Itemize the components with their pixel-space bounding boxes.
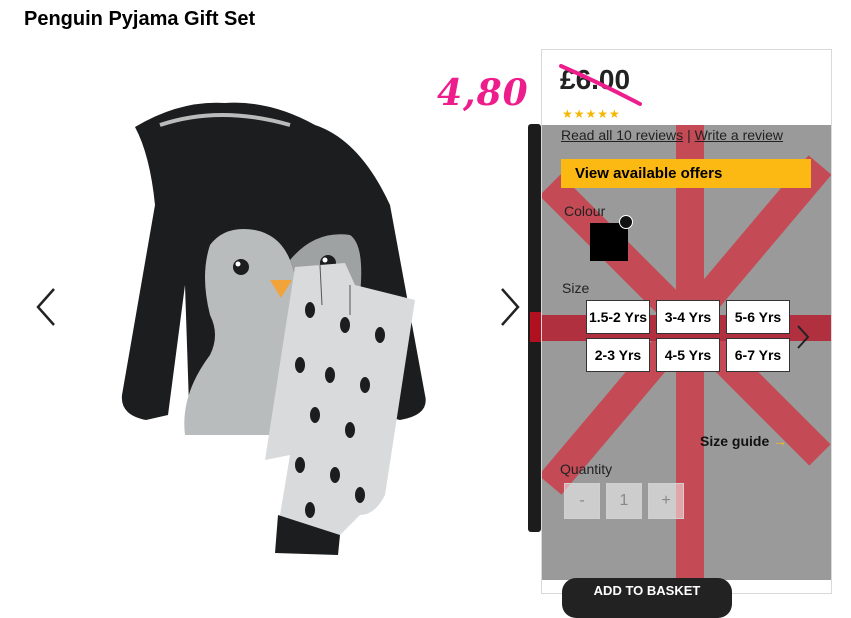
quantity-increase-button[interactable]: + xyxy=(648,483,684,519)
size-guide-label: Size guide xyxy=(700,433,770,449)
gallery-prev-button[interactable] xyxy=(34,285,58,329)
gallery-next-button[interactable] xyxy=(498,285,522,329)
colour-swatch-black[interactable] xyxy=(590,223,628,261)
chevron-left-icon xyxy=(36,288,55,326)
size-option[interactable]: 2-3 Yrs xyxy=(586,338,650,372)
colour-label: Colour xyxy=(564,203,606,219)
selected-check-icon xyxy=(619,215,633,229)
arrow-right-icon: → xyxy=(773,433,788,449)
view-offers-button[interactable]: View available offers xyxy=(561,159,811,188)
review-links: Read all 10 reviews | Write a review xyxy=(561,127,783,143)
size-label: Size xyxy=(562,280,590,296)
quantity-label: Quantity xyxy=(560,461,613,477)
price-strikethrough xyxy=(559,64,642,106)
chevron-right-icon xyxy=(797,325,810,349)
size-option[interactable]: 6-7 Yrs xyxy=(726,338,790,372)
write-review-link[interactable]: Write a review xyxy=(695,127,783,143)
review-links-separator: | xyxy=(687,127,691,143)
quantity-decrease-button[interactable]: - xyxy=(564,483,600,519)
size-guide-link[interactable]: Size guide → xyxy=(700,433,787,449)
product-image xyxy=(121,102,426,555)
page-title: Penguin Pyjama Gift Set xyxy=(24,8,256,30)
size-option[interactable]: 3-4 Yrs xyxy=(656,300,720,334)
size-option[interactable]: 1.5-2 Yrs xyxy=(586,300,650,334)
chevron-right-icon xyxy=(501,288,520,326)
add-to-basket-button[interactable]: ADD TO BASKET xyxy=(562,578,732,618)
size-option[interactable]: 4-5 Yrs xyxy=(656,338,720,372)
size-scroll-next-button[interactable] xyxy=(793,320,813,354)
rating-stars: ★★★★★ xyxy=(562,107,621,121)
read-reviews-link[interactable]: Read all 10 reviews xyxy=(561,127,683,143)
quantity-input[interactable]: 1 xyxy=(606,483,642,519)
size-option[interactable]: 5-6 Yrs xyxy=(726,300,790,334)
handwritten-price-annotation: 4,80 xyxy=(437,72,529,114)
